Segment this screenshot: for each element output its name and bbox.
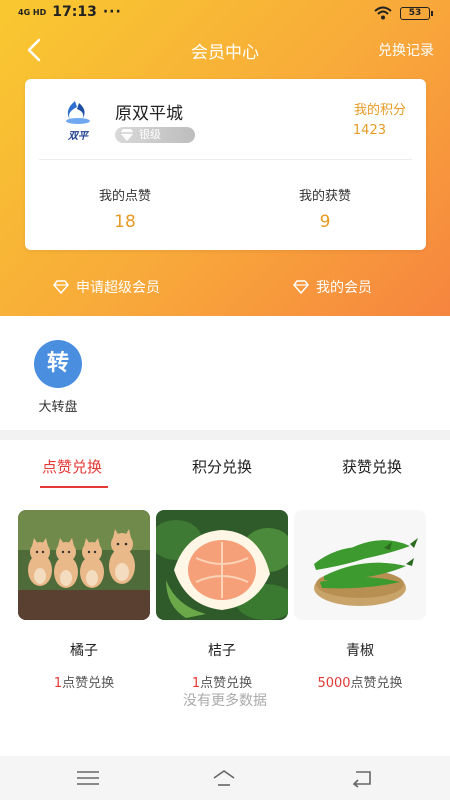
- nav-bar: 会员中心 兑换记录: [0, 30, 450, 70]
- store-name: 原双平城: [115, 104, 183, 124]
- exchange-records-link[interactable]: 兑换记录: [378, 40, 434, 60]
- product-price: 1点赞兑换: [18, 672, 150, 691]
- menu-icon[interactable]: [76, 768, 100, 788]
- back-icon[interactable]: [350, 768, 374, 788]
- tangerine-image: [156, 510, 288, 620]
- status-bar: 4G HD 17:13 ··· 53: [0, 0, 450, 28]
- store-logo: 双平: [66, 101, 90, 142]
- green-pepper-image: [294, 510, 426, 620]
- apply-super-member-link[interactable]: 申请超级会员: [52, 277, 160, 297]
- likes-received-stat[interactable]: 我的获赞 9: [225, 185, 425, 232]
- likes-given-value: 18: [114, 212, 136, 232]
- price-number: 1: [191, 676, 201, 691]
- lucky-wheel-label: 大转盘: [38, 400, 78, 415]
- logo-text: 双平: [67, 131, 90, 142]
- lucky-wheel-icon: 转: [34, 340, 82, 388]
- my-membership-label: 我的会员: [316, 280, 372, 296]
- status-dots: ···: [102, 4, 122, 20]
- product-price: 5000点赞兑换: [294, 672, 426, 691]
- wifi-icon: [374, 6, 392, 20]
- my-membership-link[interactable]: 我的会员: [292, 277, 372, 297]
- diamond-outline-icon: [293, 280, 309, 294]
- price-unit: 点赞兑换: [62, 676, 115, 691]
- product-name: 青椒: [346, 643, 374, 659]
- product-card[interactable]: 橘子 1点赞兑换: [18, 510, 150, 691]
- price-number: 5000: [317, 676, 351, 691]
- member-card: 双平 原双平城 银级 我的积分 1423 我的点赞 18 我的获赞 9: [25, 79, 426, 250]
- price-number: 1: [53, 676, 63, 691]
- home-icon[interactable]: [212, 768, 236, 788]
- battery-indicator: 53: [400, 6, 433, 20]
- points-value: 1423: [352, 123, 386, 138]
- exchange-section: 点赞兑换 积分兑换 获赞兑换 橘子 1点赞兑换 桔子 1点赞兑换 青椒 5000…: [0, 440, 450, 756]
- apply-super-member-label: 申请超级会员: [76, 280, 160, 296]
- product-image: [294, 510, 426, 620]
- network-indicator: 4G HD: [18, 7, 47, 17]
- exchange-tabs: 点赞兑换 积分兑换 获赞兑换: [0, 440, 450, 490]
- product-image: [18, 510, 150, 620]
- vip-level-label: 银级: [139, 128, 161, 141]
- likes-received-value: 9: [319, 212, 331, 232]
- likes-received-label: 我的获赞: [298, 189, 351, 204]
- price-unit: 点赞兑换: [200, 676, 253, 691]
- product-card[interactable]: 青椒 5000点赞兑换: [294, 510, 426, 691]
- status-time: 17:13: [52, 4, 97, 20]
- system-nav-bar: [0, 756, 450, 800]
- product-name: 桔子: [208, 643, 236, 659]
- diamond-icon: [120, 129, 134, 141]
- price-unit: 点赞兑换: [350, 676, 403, 691]
- tab-received-likes-exchange[interactable]: 获赞兑换: [342, 456, 402, 477]
- likes-given-label: 我的点赞: [98, 189, 151, 204]
- product-name: 橘子: [70, 643, 98, 659]
- feature-menu: 转 大转盘: [0, 316, 450, 430]
- card-divider: [39, 159, 412, 160]
- vip-level-badge: 银级: [115, 127, 195, 143]
- diamond-outline-icon: [53, 280, 69, 294]
- points-label: 我的积分: [353, 103, 406, 118]
- product-price: 1点赞兑换: [156, 672, 288, 691]
- tab-points-exchange[interactable]: 积分兑换: [192, 456, 252, 477]
- product-card[interactable]: 桔子 1点赞兑换: [156, 510, 288, 691]
- active-tab-indicator: [40, 486, 108, 488]
- kittens-image: [18, 510, 150, 620]
- likes-given-stat[interactable]: 我的点赞 18: [25, 185, 225, 232]
- product-image: [156, 510, 288, 620]
- tab-like-exchange[interactable]: 点赞兑换: [42, 456, 102, 477]
- no-more-data-text: 没有更多数据: [183, 693, 267, 709]
- lucky-wheel-entry[interactable]: 转 大转盘: [30, 340, 86, 415]
